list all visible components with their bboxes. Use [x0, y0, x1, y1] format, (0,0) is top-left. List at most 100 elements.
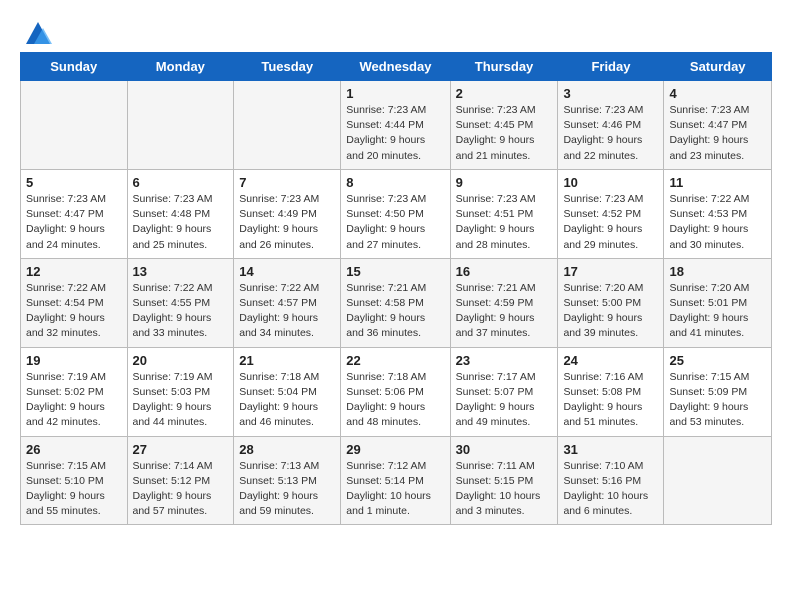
calendar-cell: 25Sunrise: 7:15 AMSunset: 5:09 PMDayligh… [664, 347, 772, 436]
calendar-week-1: 5 Sunrise: 7:23 AMSunset: 4:47 PMDaylight… [21, 169, 772, 258]
day-number: 16 [456, 264, 553, 279]
day-info: Sunrise: 7:23 AMSunset: 4:45 PMDaylight:… [456, 103, 553, 164]
day-info: Sunrise: 7:23 AMSunset: 4:50 PMDaylight:… [346, 192, 444, 253]
day-number: 29 [346, 442, 444, 457]
calendar-cell: 12 Sunrise: 7:22 AMSunset: 4:54 PMDayligh… [21, 258, 128, 347]
calendar-cell: 31 Sunrise: 7:10 AMSunset: 5:16 PMDayligh… [558, 436, 664, 525]
day-info: Sunrise: 7:12 AMSunset: 5:14 PMDaylight:… [346, 459, 444, 520]
day-number: 31 [563, 442, 658, 457]
day-number: 11 [669, 175, 766, 190]
day-info: Sunrise: 7:17 AMSunset: 5:07 PMDaylight:… [456, 370, 553, 431]
weekday-header-tuesday: Tuesday [234, 53, 341, 81]
calendar-cell: 20 Sunrise: 7:19 AMSunset: 5:03 PMDayligh… [127, 347, 234, 436]
day-number: 9 [456, 175, 553, 190]
day-number: 19 [26, 353, 122, 368]
day-number: 14 [239, 264, 335, 279]
calendar-cell: 27 Sunrise: 7:14 AMSunset: 5:12 PMDayligh… [127, 436, 234, 525]
calendar-cell: 21 Sunrise: 7:18 AMSunset: 5:04 PMDayligh… [234, 347, 341, 436]
calendar-cell: 2 Sunrise: 7:23 AMSunset: 4:45 PMDaylight… [450, 81, 558, 170]
day-number: 15 [346, 264, 444, 279]
logo [20, 18, 52, 42]
day-info: Sunrise: 7:16 AMSunset: 5:08 PMDaylight:… [563, 370, 658, 431]
day-info: Sunrise: 7:22 AMSunset: 4:55 PMDaylight:… [133, 281, 229, 342]
day-info: Sunrise: 7:23 AMSunset: 4:44 PMDaylight:… [346, 103, 444, 164]
calendar-cell: 10 Sunrise: 7:23 AMSunset: 4:52 PMDayligh… [558, 169, 664, 258]
day-number: 5 [26, 175, 122, 190]
day-info: Sunrise: 7:21 AMSunset: 4:59 PMDaylight:… [456, 281, 553, 342]
day-number: 20 [133, 353, 229, 368]
calendar-cell: 24 Sunrise: 7:16 AMSunset: 5:08 PMDayligh… [558, 347, 664, 436]
calendar-cell [664, 436, 772, 525]
page: SundayMondayTuesdayWednesdayThursdayFrid… [0, 0, 792, 543]
day-number: 10 [563, 175, 658, 190]
header [20, 18, 772, 42]
day-info: Sunrise: 7:19 AMSunset: 5:03 PMDaylight:… [133, 370, 229, 431]
day-info: Sunrise: 7:22 AMSunset: 4:54 PMDaylight:… [26, 281, 122, 342]
weekday-header-monday: Monday [127, 53, 234, 81]
day-number: 2 [456, 86, 553, 101]
calendar-cell: 17 Sunrise: 7:20 AMSunset: 5:00 PMDayligh… [558, 258, 664, 347]
calendar-week-2: 12 Sunrise: 7:22 AMSunset: 4:54 PMDayligh… [21, 258, 772, 347]
calendar-cell: 14 Sunrise: 7:22 AMSunset: 4:57 PMDayligh… [234, 258, 341, 347]
calendar-cell: 18Sunrise: 7:20 AMSunset: 5:01 PMDayligh… [664, 258, 772, 347]
day-number: 28 [239, 442, 335, 457]
day-info: Sunrise: 7:20 AMSunset: 5:00 PMDaylight:… [563, 281, 658, 342]
day-info: Sunrise: 7:23 AMSunset: 4:48 PMDaylight:… [133, 192, 229, 253]
day-number: 21 [239, 353, 335, 368]
calendar-cell: 15 Sunrise: 7:21 AMSunset: 4:58 PMDayligh… [341, 258, 450, 347]
calendar-cell: 16 Sunrise: 7:21 AMSunset: 4:59 PMDayligh… [450, 258, 558, 347]
calendar-cell [234, 81, 341, 170]
calendar-cell: 5 Sunrise: 7:23 AMSunset: 4:47 PMDaylight… [21, 169, 128, 258]
day-number: 24 [563, 353, 658, 368]
weekday-header-thursday: Thursday [450, 53, 558, 81]
day-info: Sunrise: 7:23 AMSunset: 4:47 PMDaylight:… [669, 103, 766, 164]
calendar-cell: 11 Sunrise: 7:22 AMSunset: 4:53 PMDayligh… [664, 169, 772, 258]
day-info: Sunrise: 7:18 AMSunset: 5:06 PMDaylight:… [346, 370, 444, 431]
day-info: Sunrise: 7:22 AMSunset: 4:57 PMDaylight:… [239, 281, 335, 342]
day-info: Sunrise: 7:11 AMSunset: 5:15 PMDaylight:… [456, 459, 553, 520]
day-info: Sunrise: 7:23 AMSunset: 4:47 PMDaylight:… [26, 192, 122, 253]
day-number: 6 [133, 175, 229, 190]
day-info: Sunrise: 7:23 AMSunset: 4:51 PMDaylight:… [456, 192, 553, 253]
day-number: 4 [669, 86, 766, 101]
calendar-cell: 22 Sunrise: 7:18 AMSunset: 5:06 PMDayligh… [341, 347, 450, 436]
day-number: 1 [346, 86, 444, 101]
calendar-week-0: 1 Sunrise: 7:23 AMSunset: 4:44 PMDaylight… [21, 81, 772, 170]
calendar-cell: 8 Sunrise: 7:23 AMSunset: 4:50 PMDaylight… [341, 169, 450, 258]
day-number: 27 [133, 442, 229, 457]
weekday-header-sunday: Sunday [21, 53, 128, 81]
day-info: Sunrise: 7:10 AMSunset: 5:16 PMDaylight:… [563, 459, 658, 520]
day-info: Sunrise: 7:21 AMSunset: 4:58 PMDaylight:… [346, 281, 444, 342]
day-info: Sunrise: 7:22 AMSunset: 4:53 PMDaylight:… [669, 192, 766, 253]
day-info: Sunrise: 7:23 AMSunset: 4:49 PMDaylight:… [239, 192, 335, 253]
calendar-cell: 7 Sunrise: 7:23 AMSunset: 4:49 PMDaylight… [234, 169, 341, 258]
day-number: 30 [456, 442, 553, 457]
calendar-cell: 28Sunrise: 7:13 AMSunset: 5:13 PMDayligh… [234, 436, 341, 525]
day-info: Sunrise: 7:23 AMSunset: 4:52 PMDaylight:… [563, 192, 658, 253]
calendar-cell: 9 Sunrise: 7:23 AMSunset: 4:51 PMDaylight… [450, 169, 558, 258]
calendar-cell: 13 Sunrise: 7:22 AMSunset: 4:55 PMDayligh… [127, 258, 234, 347]
calendar-cell: 4 Sunrise: 7:23 AMSunset: 4:47 PMDaylight… [664, 81, 772, 170]
day-info: Sunrise: 7:14 AMSunset: 5:12 PMDaylight:… [133, 459, 229, 520]
calendar-cell: 23Sunrise: 7:17 AMSunset: 5:07 PMDayligh… [450, 347, 558, 436]
calendar-table: SundayMondayTuesdayWednesdayThursdayFrid… [20, 52, 772, 525]
calendar-cell: 1 Sunrise: 7:23 AMSunset: 4:44 PMDaylight… [341, 81, 450, 170]
day-number: 8 [346, 175, 444, 190]
day-number: 7 [239, 175, 335, 190]
day-number: 13 [133, 264, 229, 279]
weekday-header-wednesday: Wednesday [341, 53, 450, 81]
day-info: Sunrise: 7:18 AMSunset: 5:04 PMDaylight:… [239, 370, 335, 431]
day-number: 18 [669, 264, 766, 279]
day-number: 26 [26, 442, 122, 457]
calendar-cell: 3 Sunrise: 7:23 AMSunset: 4:46 PMDaylight… [558, 81, 664, 170]
day-number: 3 [563, 86, 658, 101]
day-number: 22 [346, 353, 444, 368]
day-number: 12 [26, 264, 122, 279]
calendar-cell [21, 81, 128, 170]
day-info: Sunrise: 7:23 AMSunset: 4:46 PMDaylight:… [563, 103, 658, 164]
day-number: 17 [563, 264, 658, 279]
calendar-cell: 26 Sunrise: 7:15 AMSunset: 5:10 PMDayligh… [21, 436, 128, 525]
calendar-cell: 29 Sunrise: 7:12 AMSunset: 5:14 PMDayligh… [341, 436, 450, 525]
calendar-cell: 6 Sunrise: 7:23 AMSunset: 4:48 PMDaylight… [127, 169, 234, 258]
day-info: Sunrise: 7:15 AMSunset: 5:10 PMDaylight:… [26, 459, 122, 520]
